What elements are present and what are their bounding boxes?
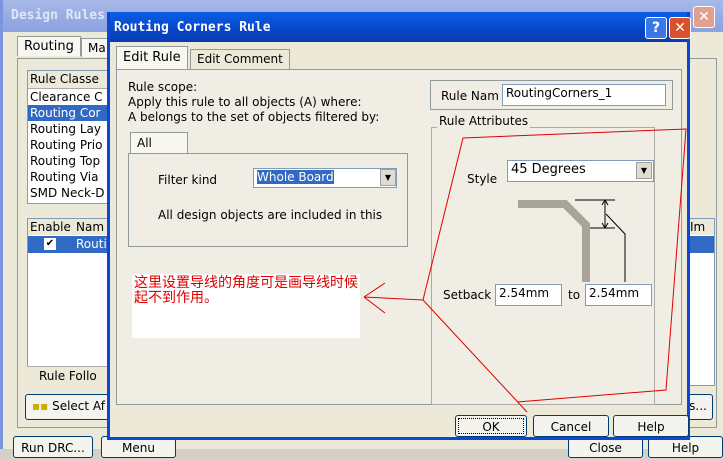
list-item[interactable]: Routing Top [28, 153, 116, 169]
setback-from-input[interactable]: 2.54mm [495, 284, 562, 306]
run-drc-button[interactable]: Run DRC... [13, 436, 93, 458]
rule-follow-label: Rule Follo [27, 366, 107, 386]
enable-checkbox[interactable]: ✔ [44, 238, 56, 250]
dialog-titlebar: Routing Corners Rule [110, 12, 687, 42]
cancel-button[interactable]: Cancel [533, 415, 609, 437]
list-item[interactable]: Clearance C [28, 89, 116, 105]
list-item[interactable]: Routing Via [28, 169, 116, 185]
column-im[interactable]: Im [688, 219, 714, 235]
select-icon: ▪▪ [32, 399, 49, 413]
style-select[interactable]: 45 Degrees ▼ [507, 160, 654, 182]
filter-description: All design objects are included in this [158, 208, 383, 222]
list-item[interactable]: SMD Neck-D [28, 185, 116, 201]
setback-to-input[interactable]: 2.54mm [585, 284, 652, 306]
ok-button[interactable]: OK [455, 415, 527, 437]
rule-classes-list[interactable]: Rule Classe Clearance C Routing Cor Rout… [27, 70, 117, 204]
select-affected-button[interactable]: ▪▪ Select Af [25, 394, 115, 420]
annotation-note: 这里设置导线的角度可是画导线时候起不到作用。 [132, 274, 360, 338]
list-item[interactable]: Routing Lay [28, 121, 116, 137]
rule-classes-header: Rule Classe [28, 71, 116, 89]
close-icon[interactable]: ✕ [693, 6, 715, 28]
close-icon[interactable]: ✕ [669, 17, 691, 39]
scope-label: Rule scope: [128, 80, 198, 94]
filter-kind-select[interactable]: Whole Board ▼ [253, 168, 397, 188]
chevron-down-icon[interactable]: ▼ [380, 169, 396, 186]
tab-edit-comment[interactable]: Edit Comment [190, 49, 290, 70]
list-item[interactable]: Routing Prio [28, 137, 116, 153]
help-question-icon[interactable]: ? [645, 17, 667, 39]
rule-name-label: Rule Nam [441, 89, 499, 103]
scope-line-2: A belongs to the set of objects filtered… [128, 110, 380, 124]
chevron-down-icon[interactable]: ▼ [636, 162, 652, 179]
filter-tab-all[interactable]: All [130, 132, 188, 154]
column-enable[interactable]: Enable [28, 219, 74, 235]
scope-line-1: Apply this rule to all objects (A) where… [128, 95, 362, 109]
row-name: Routi [76, 237, 107, 251]
routing-corners-dialog: Routing Corners Rule ? ✕ Edit Rule Edit … [107, 12, 691, 440]
setback-label: Setback [443, 288, 492, 302]
style-label: Style [467, 172, 498, 186]
corner-setback-diagram [518, 199, 626, 282]
setback-to-label: to [568, 288, 581, 302]
list-item[interactable]: Routing Cor [28, 105, 116, 121]
filter-kind-label: Filter kind [158, 173, 218, 187]
rule-name-input[interactable]: RoutingCorners_1 [502, 84, 666, 106]
rule-attributes-label: Rule Attributes [437, 114, 531, 128]
tab-edit-rule[interactable]: Edit Rule [116, 46, 188, 70]
dialog-title: Routing Corners Rule [114, 20, 271, 35]
window-title: Design Rules [11, 8, 105, 23]
tab-routing[interactable]: Routing [17, 36, 81, 56]
help-button[interactable]: Help [613, 415, 689, 437]
